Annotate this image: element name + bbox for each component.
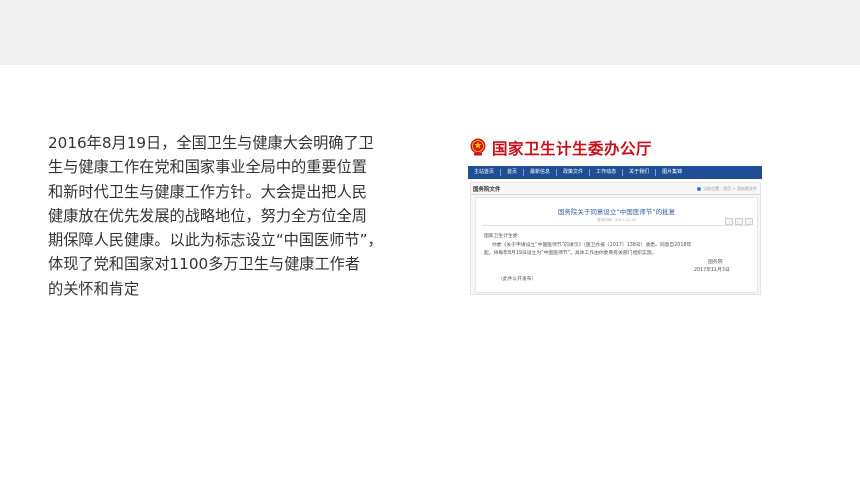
paragraph-line: 2016年8月19日，全国卫生与健康大会明确了卫 <box>48 134 374 152</box>
location-pin-icon <box>697 187 702 191</box>
divider <box>482 225 750 226</box>
document-footer-note: （此件公开发布） <box>498 277 537 282</box>
paragraph-line: 生与健康工作在党和国家事业全局中的重要位置 <box>48 158 367 177</box>
document-body-line: 你委《关于申请设立“中国医师节”的请示》（国卫办报〔2017〕138号）收悉。同… <box>492 243 692 248</box>
national-emblem-icon <box>470 138 486 156</box>
nav-item-home[interactable]: 首页 <box>501 169 525 176</box>
breadcrumb: 当前位置：首页 > 国务院文件 <box>697 186 757 192</box>
section-bar: 国务院文件 当前位置：首页 > 国务院文件 <box>471 183 760 195</box>
paragraph-line: 和新时代卫生与健康工作方针。大会提出把人民 <box>48 182 367 201</box>
nav-item-latest[interactable]: 最新信息 <box>524 169 558 176</box>
font-size-icon[interactable] <box>745 218 753 225</box>
document-salutation: 国家卫生计生委： <box>484 234 523 239</box>
screenshot-header: 国家卫生计生委办公厅 <box>468 132 762 166</box>
nav-item-work[interactable]: 工作动态 <box>590 169 624 176</box>
paragraph-line: 体现了党和国家对1100多万卫生与健康工作者 <box>48 255 361 274</box>
print-icon[interactable] <box>725 218 733 225</box>
paragraph-line: 的关怀和肯定 <box>48 279 140 298</box>
top-banner <box>0 0 860 65</box>
document-title: 国务院关于同意设立“中国医师节”的批复 <box>557 208 676 216</box>
share-icon[interactable] <box>735 218 743 225</box>
document-meta: 发布时间：2017-11-23 <box>597 218 636 222</box>
document-date: 2017年11月3日 <box>694 268 730 273</box>
document-signature: 国务院 <box>708 260 723 265</box>
site-nav: 主站首页 首页 最新信息 政策文件 工作动态 关于我们 图片集锦 <box>468 166 762 179</box>
nav-item-home-main[interactable]: 主站首页 <box>468 169 502 176</box>
site-title: 国家卫生计生委办公厅 <box>492 140 653 158</box>
content-panel: 国务院文件 当前位置：首页 > 国务院文件 国务院关于同意设立“中国医师节”的批… <box>470 182 761 295</box>
nav-item-policy[interactable]: 政策文件 <box>557 169 591 176</box>
document-body-line: 起，将每年8月19日设立为“中国医师节”。具体工作由你委商有关部门组织实施。 <box>484 251 657 256</box>
breadcrumb-text: 当前位置：首页 > 国务院文件 <box>703 186 757 191</box>
nav-item-about[interactable]: 关于我们 <box>623 169 657 176</box>
paragraph-line: 健康放在优先发展的战略地位，努力全方位全周 <box>48 206 367 225</box>
paragraph-line: 期保障人民健康。以此为标志设立“中国医师节”， <box>48 231 383 250</box>
document-card: 国务院关于同意设立“中国医师节”的批复 发布时间：2017-11-23 国家卫生… <box>475 197 758 293</box>
webpage-screenshot: 国家卫生计生委办公厅 主站首页 首页 最新信息 政策文件 工作动态 关于我们 图… <box>468 132 762 296</box>
nav-item-gallery[interactable]: 图片集锦 <box>656 169 688 176</box>
section-label: 国务院文件 <box>473 187 501 193</box>
intro-paragraph: 2016年8月19日，全国卫生与健康大会明确了卫 生与健康工作在党和国家事业全局… <box>48 131 410 301</box>
document-tools <box>725 218 753 225</box>
